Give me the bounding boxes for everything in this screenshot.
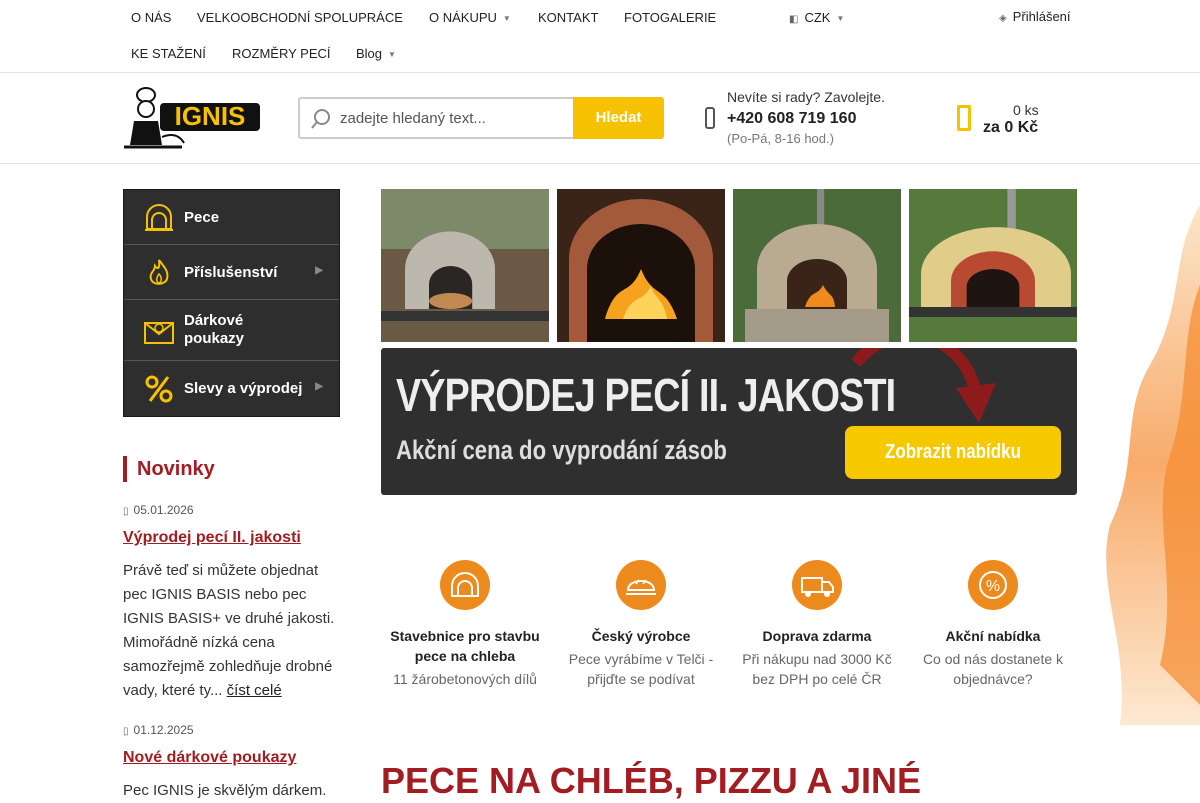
oven-icon: [440, 560, 490, 610]
menu-item-label: Pece: [184, 209, 220, 226]
nav-rozmery-peci[interactable]: ROZMĚRY PECÍ: [232, 46, 330, 61]
news-date: ▯ 05.01.2026: [123, 503, 194, 517]
news-date-text: 05.01.2026: [133, 503, 194, 517]
currency-label: CZK: [804, 10, 831, 25]
logo[interactable]: IGNIS: [122, 85, 262, 151]
news-link[interactable]: Výprodej pecí II. jakosti: [123, 529, 301, 547]
gallery-image[interactable]: [909, 189, 1077, 342]
read-more-link[interactable]: číst celé: [227, 682, 282, 699]
menu-item-label: Dárkové poukazy: [184, 312, 245, 347]
chevron-right-icon: ▶: [315, 265, 323, 276]
category-menu: Pece Příslušenství ▶ Dárkové poukazy Sle…: [123, 189, 340, 417]
feature-doprava: Doprava zdarma Při nákupu nad 3000 Kč be…: [732, 560, 902, 689]
promo-banner[interactable]: VÝPRODEJ PECÍ II. JAKOSTI Akční cena do …: [381, 348, 1077, 495]
show-offer-button[interactable]: Zobrazit nabídku: [845, 426, 1061, 479]
menu-item-slevy[interactable]: Slevy a výprodej ▶: [124, 361, 339, 416]
nav-o-nas[interactable]: O NÁS: [131, 10, 171, 25]
chevron-down-icon: ▼: [836, 14, 845, 24]
feature-subtitle: Co od nás dostanete k objednávce?: [922, 651, 1064, 687]
nav-blog[interactable]: Blog ▼: [356, 46, 396, 61]
news-excerpt: Pec IGNIS je skvělým dárkem.: [123, 782, 327, 799]
nav-fotogalerie[interactable]: FOTOGALERIE: [624, 10, 716, 25]
oven-icon: [145, 204, 173, 231]
feature-subtitle: 11 žárobetonových dílů: [393, 671, 537, 687]
chevron-down-icon: ▼: [502, 14, 511, 24]
cart-total: za 0 Kč: [983, 119, 1039, 136]
calendar-icon: ▯: [123, 506, 129, 517]
arrow-icon: [851, 348, 996, 423]
calendar-icon: ▯: [123, 726, 129, 737]
menu-item-poukazy[interactable]: Dárkové poukazy: [124, 300, 339, 361]
svg-text:%: %: [986, 578, 1000, 595]
show-offer-label: Zobrazit nabídku: [885, 441, 1021, 463]
chevron-right-icon: ▶: [315, 381, 323, 392]
news-excerpt: Právě teď si můžete objednat pec IGNIS B…: [123, 559, 343, 703]
news-date-text: 01.12.2025: [133, 723, 194, 737]
bread-icon: [616, 560, 666, 610]
svg-text:IGNIS: IGNIS: [175, 101, 246, 131]
search-box: zadejte hledaný text... Hledat: [298, 97, 664, 139]
news-link[interactable]: Nové dárkové poukazy: [123, 749, 296, 767]
search-input[interactable]: zadejte hledaný text...: [340, 110, 486, 127]
menu-item-label: Příslušenství: [184, 264, 278, 281]
chef-logo-icon: IGNIS: [124, 87, 260, 149]
cart-icon: [957, 105, 971, 131]
news-heading: Novinky: [123, 456, 215, 482]
feature-title: Doprava zdarma: [762, 628, 872, 644]
percent-badge-icon: %: [968, 560, 1018, 610]
site-header: IGNIS zadejte hledaný text... Hledat Nev…: [0, 73, 1200, 164]
banner-subline: Akční cena do vyprodání zásob: [396, 435, 727, 465]
feature-akce: % Akční nabídka Co od nás dostanete k ob…: [908, 560, 1078, 689]
feature-title: Český výrobce: [591, 628, 691, 644]
nav-blog-label: Blog: [356, 46, 383, 61]
banner-headline: VÝPRODEJ PECÍ II. JAKOSTI: [396, 369, 896, 421]
feature-subtitle: Při nákupu nad 3000 Kč bez DPH po celé Č…: [742, 651, 892, 687]
feature-title: Akční nabídka: [945, 628, 1041, 644]
menu-item-label: Slevy a výprodej: [184, 380, 303, 397]
page-title: PECE NA CHLÉB, PIZZU A JINÉ: [381, 760, 922, 801]
menu-item-pece[interactable]: Pece: [124, 190, 339, 245]
search-button[interactable]: Hledat: [573, 97, 664, 139]
feature-cesky-vyrobce: Český výrobce Pece vyrábíme v Telči - př…: [556, 560, 726, 689]
contact-hours: (Po-Pá, 8-16 hod.): [727, 131, 834, 146]
user-icon: ◈: [999, 13, 1007, 24]
login-link[interactable]: ◈ Přihlášení: [999, 9, 1071, 24]
menu-item-prislusenstvi[interactable]: Příslušenství ▶: [124, 245, 339, 300]
nav-o-nakupu-label: O NÁKUPU: [429, 10, 497, 25]
phone-icon: [705, 107, 715, 129]
top-navigation: O NÁS VELKOOBCHODNÍ SPOLUPRÁCE O NÁKUPU ▼…: [0, 0, 1200, 73]
phone-number[interactable]: +420 608 719 160: [727, 110, 856, 128]
feature-title: Stavebnice pro stavbu pece na chleba: [390, 628, 540, 664]
cart-quantity: 0 ks: [1013, 102, 1039, 118]
nav-kontakt[interactable]: KONTAKT: [538, 10, 598, 25]
feature-stavebnice: Stavebnice pro stavbu pece na chleba 11 …: [380, 560, 550, 689]
flames-decoration: [1090, 165, 1200, 725]
nav-velkoobchod[interactable]: VELKOOBCHODNÍ SPOLUPRÁCE: [197, 10, 403, 25]
contact-question: Nevíte si rady? Zavolejte.: [727, 89, 885, 105]
truck-icon: [792, 560, 842, 610]
gallery-image[interactable]: [381, 189, 549, 342]
gallery-image[interactable]: [557, 189, 725, 342]
search-icon: [311, 109, 330, 129]
gift-voucher-icon: [144, 322, 174, 344]
gallery-image[interactable]: [733, 189, 901, 342]
news-date: ▯ 01.12.2025: [123, 723, 194, 737]
feature-subtitle: Pece vyrábíme v Telči - přijďte se podív…: [568, 651, 714, 687]
nav-ke-stazeni[interactable]: KE STAŽENÍ: [131, 46, 206, 61]
news-excerpt-text: Právě teď si můžete objednat pec IGNIS B…: [123, 562, 335, 699]
currency-selector[interactable]: ◧ CZK ▼: [789, 10, 844, 25]
globe-icon: ◧: [789, 14, 799, 25]
flame-icon: [149, 259, 169, 285]
login-label: Přihlášení: [1012, 9, 1071, 24]
nav-o-nakupu[interactable]: O NÁKUPU ▼: [429, 10, 511, 25]
chevron-down-icon: ▼: [388, 50, 396, 60]
percent-icon: [145, 375, 173, 403]
